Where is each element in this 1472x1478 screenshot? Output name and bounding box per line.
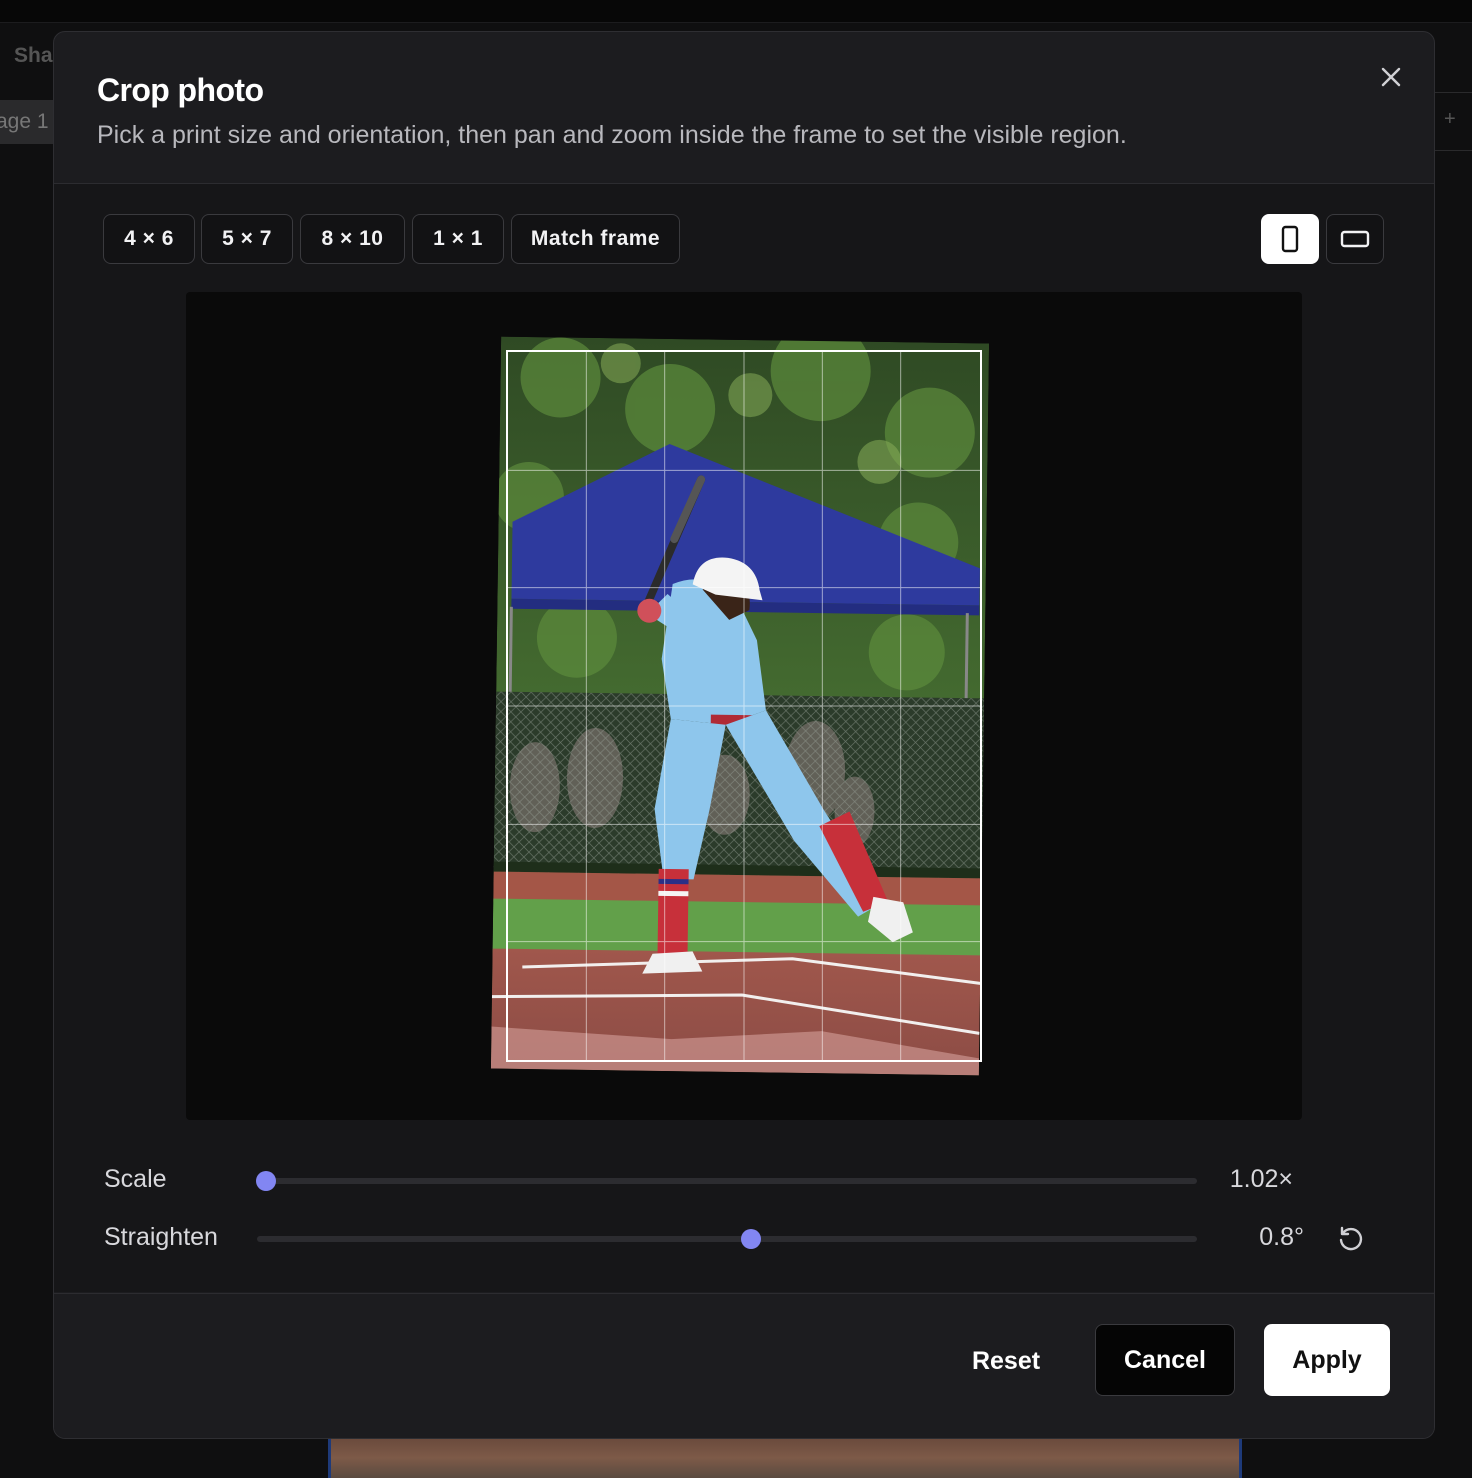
dialog-header: Crop photo Pick a print size and orienta… bbox=[54, 32, 1434, 184]
app-topbar bbox=[0, 0, 1472, 23]
share-label: Sha bbox=[14, 44, 53, 67]
crop-grid-lines bbox=[508, 352, 980, 1060]
dialog-footer: Reset Cancel Apply bbox=[54, 1293, 1434, 1438]
size-8x10-button[interactable]: 8 × 10 bbox=[300, 214, 405, 264]
close-icon bbox=[1381, 67, 1401, 87]
straighten-reset-button[interactable] bbox=[1336, 1224, 1366, 1254]
crop-photo-dialog: Crop photo Pick a print size and orienta… bbox=[53, 31, 1435, 1439]
page-tab-label: age 1 bbox=[0, 110, 49, 133]
crop-frame[interactable] bbox=[506, 350, 982, 1062]
landscape-orientation-icon bbox=[1340, 230, 1370, 248]
straighten-value: 0.8° bbox=[1259, 1223, 1304, 1251]
add-page-icon: + bbox=[1444, 108, 1456, 130]
reset-button[interactable]: Reset bbox=[951, 1326, 1061, 1396]
size-match-frame-button[interactable]: Match frame bbox=[511, 214, 680, 264]
size-4x6-button[interactable]: 4 × 6 bbox=[103, 214, 195, 264]
crop-canvas[interactable] bbox=[186, 292, 1302, 1120]
landscape-orientation-button[interactable] bbox=[1326, 214, 1384, 264]
cancel-button[interactable]: Cancel bbox=[1095, 1324, 1235, 1396]
divider bbox=[1434, 92, 1472, 93]
scale-value: 1.02× bbox=[1229, 1165, 1293, 1193]
scale-slider[interactable] bbox=[256, 1171, 1197, 1191]
portrait-orientation-button[interactable] bbox=[1261, 214, 1319, 264]
scale-label: Scale bbox=[104, 1165, 167, 1193]
straighten-slider-thumb[interactable] bbox=[740, 1229, 761, 1249]
close-button[interactable] bbox=[1376, 62, 1406, 92]
rotate-reset-icon bbox=[1339, 1226, 1363, 1251]
divider bbox=[1434, 150, 1472, 151]
apply-button[interactable]: Apply bbox=[1264, 1324, 1390, 1396]
size-1x1-button[interactable]: 1 × 1 bbox=[412, 214, 504, 264]
portrait-orientation-icon bbox=[1281, 225, 1299, 253]
background-photo bbox=[328, 1438, 1242, 1478]
page-tab: age 1 bbox=[0, 100, 56, 144]
dialog-body: 4 × 6 5 × 7 8 × 10 1 × 1 Match frame bbox=[54, 184, 1434, 1292]
straighten-slider[interactable] bbox=[257, 1229, 1197, 1249]
size-5x7-button[interactable]: 5 × 7 bbox=[201, 214, 293, 264]
dialog-description: Pick a print size and orientation, then … bbox=[97, 121, 1127, 149]
straighten-label: Straighten bbox=[104, 1223, 218, 1251]
dialog-title: Crop photo bbox=[97, 72, 264, 108]
